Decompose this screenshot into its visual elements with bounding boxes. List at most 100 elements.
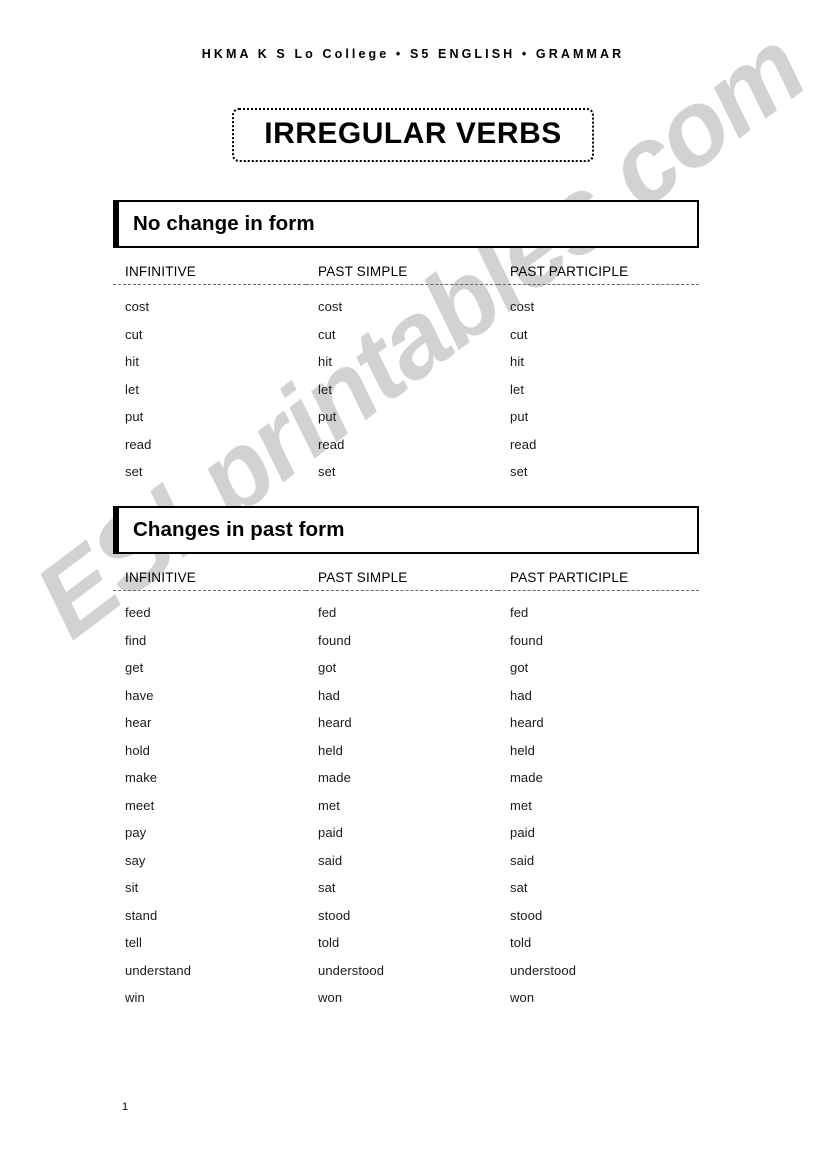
table-row: hold held held xyxy=(113,743,699,771)
cell-past-participle: fed xyxy=(510,605,529,620)
cell-infinitive: say xyxy=(125,852,146,868)
section-heading-box: No change in form xyxy=(113,200,699,248)
page-title-container: IRREGULAR VERBS xyxy=(0,108,826,162)
cell-past-simple: cost xyxy=(318,299,343,314)
cell-past-participle: won xyxy=(510,990,535,1005)
cell-past-simple: cut xyxy=(318,326,336,342)
cell-infinitive: put xyxy=(125,409,144,424)
cell-infinitive: read xyxy=(125,436,152,452)
cell-past-participle: understood xyxy=(510,962,577,978)
section-changes-in-past-form: Changes in past form INFINITIVE PAST SIM… xyxy=(113,506,699,1018)
cell-past-simple: held xyxy=(318,742,343,758)
cell-infinitive: hit xyxy=(125,354,140,369)
section-no-change-in-form: No change in form INFINITIVE PAST SIMPLE… xyxy=(113,200,699,492)
cell-infinitive: meet xyxy=(125,797,155,813)
cell-past-simple: met xyxy=(318,797,340,813)
cell-infinitive: find xyxy=(125,632,147,648)
cell-past-participle: told xyxy=(510,935,532,950)
cell-infinitive: set xyxy=(125,464,143,479)
cell-infinitive: cost xyxy=(125,299,150,314)
table-row: stand stood stood xyxy=(113,908,699,936)
column-header-past-participle: PAST PARTICIPLE xyxy=(510,264,629,279)
cell-infinitive: tell xyxy=(125,935,143,950)
table-row: win won won xyxy=(113,990,699,1018)
column-header-infinitive: INFINITIVE xyxy=(125,570,197,585)
cell-infinitive: let xyxy=(125,381,140,397)
section-heading-box: Changes in past form xyxy=(113,506,699,554)
table-row: cut cut cut xyxy=(113,327,699,355)
page-title-box: IRREGULAR VERBS xyxy=(232,108,594,162)
section-heading-label: No change in form xyxy=(133,212,315,235)
worksheet-page: ESLprintables.com HKMA K S Lo College • … xyxy=(0,0,826,1169)
table-row: hear heard heard xyxy=(113,715,699,743)
cell-past-simple: got xyxy=(318,660,337,675)
cell-past-simple: read xyxy=(318,436,345,452)
page-header: HKMA K S Lo College • S5 ENGLISH • GRAMM… xyxy=(201,47,625,61)
column-header-infinitive: INFINITIVE xyxy=(125,264,197,279)
cell-infinitive: pay xyxy=(125,825,147,840)
verb-table-changes-in-past: INFINITIVE PAST SIMPLE PAST PARTICIPLE f… xyxy=(113,570,699,1018)
section-heading-label: Changes in past form xyxy=(133,518,345,541)
cell-past-simple: told xyxy=(318,935,340,950)
column-header-past-simple: PAST SIMPLE xyxy=(318,264,408,279)
table-row: cost cost cost xyxy=(113,285,699,327)
cell-infinitive: make xyxy=(125,770,158,785)
cell-past-simple: put xyxy=(318,409,337,424)
table-body: cost cost cost cut cut cut hit hit hit let let let p… xyxy=(113,285,699,492)
cell-past-participle: had xyxy=(510,687,532,703)
table-row: feed fed fed xyxy=(113,591,699,633)
cell-past-simple: fed xyxy=(318,605,337,620)
cell-infinitive: hold xyxy=(125,742,150,758)
cell-past-participle: stood xyxy=(510,907,543,923)
cell-past-participle: made xyxy=(510,770,543,785)
cell-past-simple: won xyxy=(318,990,343,1005)
cell-infinitive: feed xyxy=(125,605,151,620)
cell-past-simple: heard xyxy=(318,715,352,730)
table-row: say said said xyxy=(113,853,699,881)
cell-infinitive: understand xyxy=(125,962,192,978)
table-row: read read read xyxy=(113,437,699,465)
cell-past-participle: cost xyxy=(510,299,535,314)
table-row: have had had xyxy=(113,688,699,716)
column-header-past-participle: PAST PARTICIPLE xyxy=(510,570,629,585)
table-row: let let let xyxy=(113,382,699,410)
cell-past-participle: paid xyxy=(510,825,535,840)
cell-past-simple: understood xyxy=(318,962,385,978)
table-row: meet met met xyxy=(113,798,699,826)
cell-infinitive: sit xyxy=(125,880,139,895)
cell-past-participle: found xyxy=(510,632,544,648)
table-row: hit hit hit xyxy=(113,354,699,382)
cell-past-participle: held xyxy=(510,742,535,758)
verb-table-no-change: INFINITIVE PAST SIMPLE PAST PARTICIPLE c… xyxy=(113,264,699,492)
cell-infinitive: win xyxy=(125,990,145,1005)
cell-past-simple: set xyxy=(318,464,336,479)
table-body: feed fed fed find found found get got got have had… xyxy=(113,591,699,1018)
table-row: tell told told xyxy=(113,935,699,963)
cell-past-simple: hit xyxy=(318,354,333,369)
cell-past-participle: met xyxy=(510,797,532,813)
page-title: IRREGULAR VERBS xyxy=(264,117,562,150)
table-row: sit sat sat xyxy=(113,880,699,908)
table-row: pay paid paid xyxy=(113,825,699,853)
cell-past-simple: had xyxy=(318,687,340,703)
cell-past-simple: sat xyxy=(318,880,336,895)
table-row: understand understood understood xyxy=(113,963,699,991)
cell-past-simple: said xyxy=(318,852,343,868)
cell-past-participle: set xyxy=(510,464,528,479)
cell-past-simple: made xyxy=(318,770,351,785)
cell-infinitive: have xyxy=(125,687,154,703)
cell-past-participle: cut xyxy=(510,326,528,342)
cell-infinitive: hear xyxy=(125,715,152,730)
cell-past-participle: put xyxy=(510,409,529,424)
table-row: put put put xyxy=(113,409,699,437)
cell-past-participle: hit xyxy=(510,354,525,369)
cell-past-simple: found xyxy=(318,632,352,648)
page-number: 1 xyxy=(122,1101,129,1113)
table-header: INFINITIVE PAST SIMPLE PAST PARTICIPLE xyxy=(113,264,699,285)
table-row: set set set xyxy=(113,464,699,492)
cell-past-participle: let xyxy=(510,381,525,397)
cell-past-participle: heard xyxy=(510,715,544,730)
table-header-row: INFINITIVE PAST SIMPLE PAST PARTICIPLE xyxy=(113,264,699,285)
cell-infinitive: stand xyxy=(125,907,158,923)
cell-past-participle: sat xyxy=(510,880,528,895)
